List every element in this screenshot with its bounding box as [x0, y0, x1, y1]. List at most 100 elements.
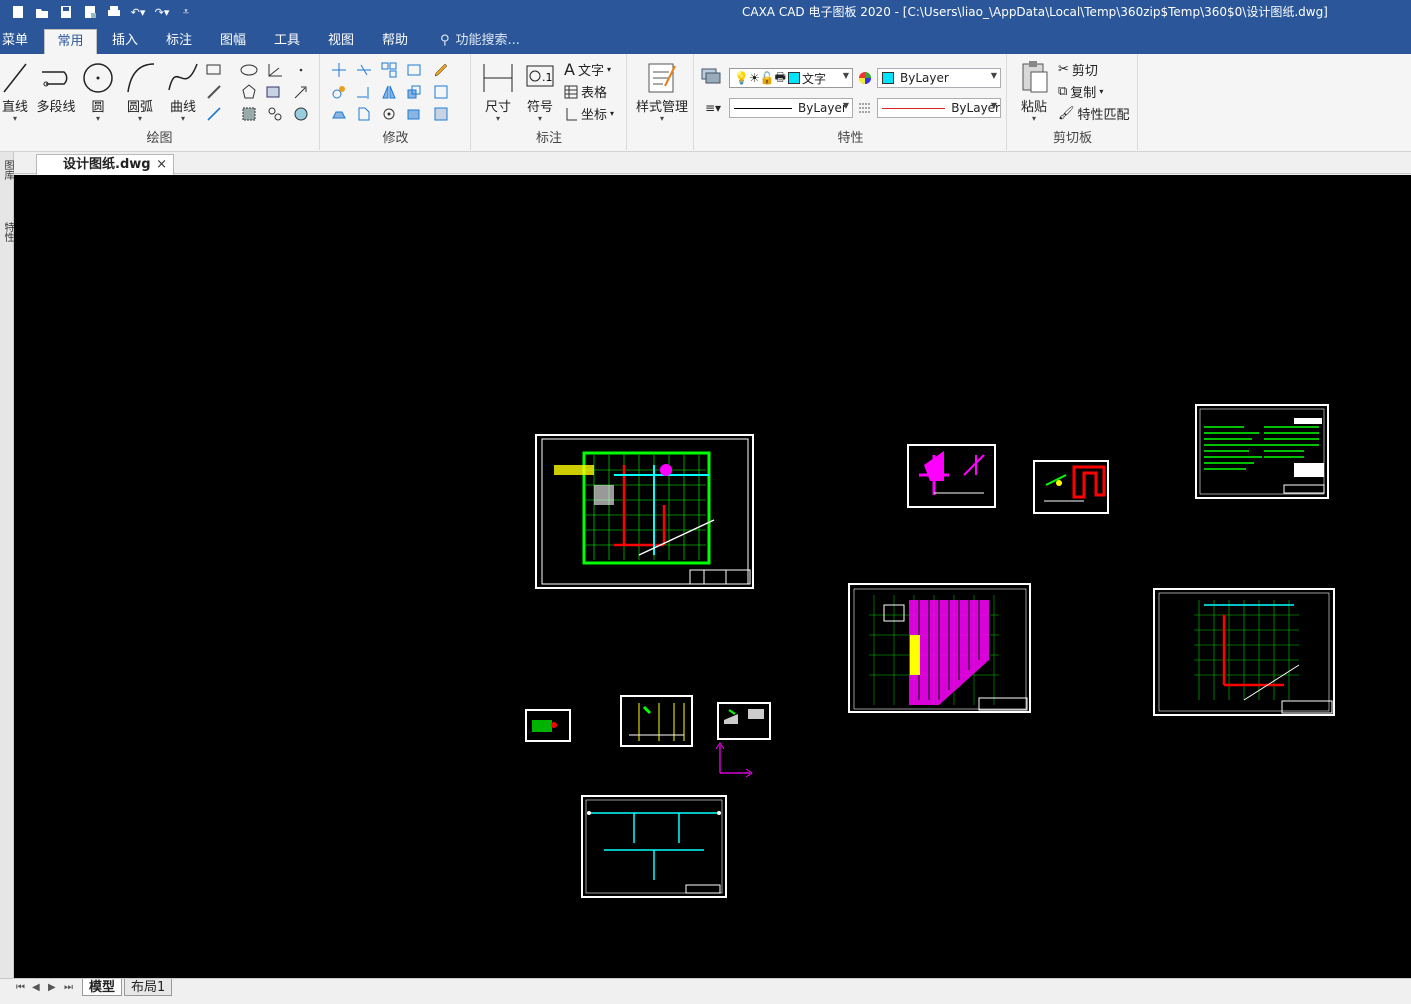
dimension-button[interactable]: 尺寸 ▾	[480, 58, 516, 123]
match-properties-button[interactable]: 🖌 特性匹配	[1058, 104, 1130, 123]
tab-menu[interactable]: 菜单	[0, 29, 30, 54]
color-wheel-icon[interactable]	[855, 68, 875, 88]
first-page-icon[interactable]: ⏮	[16, 982, 25, 993]
extend-icon[interactable]	[354, 82, 374, 102]
line-button[interactable]: 直线 ▾	[0, 58, 30, 123]
sheet-sprinkler-layout[interactable]	[848, 583, 1031, 713]
copy-object-icon[interactable]	[329, 82, 349, 102]
spline-icon[interactable]	[265, 104, 285, 124]
arc-button[interactable]: 圆弧 ▾	[124, 58, 156, 123]
last-page-icon[interactable]: ⏭	[64, 982, 73, 993]
table-button[interactable]: 表格	[564, 82, 607, 101]
save-icon[interactable]	[56, 3, 76, 21]
group-draw-label: 绘图	[146, 131, 173, 146]
scale-icon[interactable]	[404, 82, 424, 102]
paste-icon	[1022, 61, 1048, 93]
sheet-detail-views[interactable]	[717, 702, 771, 740]
sheet-pipe-detail[interactable]	[907, 444, 996, 508]
print-icon[interactable]	[104, 3, 124, 21]
arrow-icon[interactable]	[291, 82, 311, 102]
tab-common[interactable]: 常用	[44, 29, 97, 54]
layer-combo[interactable]: 💡 ☀ 🔓 🖶 文字 ▼	[729, 68, 853, 88]
tab-help[interactable]: 帮助	[375, 29, 415, 54]
polygon-icon[interactable]	[239, 82, 259, 102]
ucs-axis-icon	[715, 742, 753, 778]
block-icon[interactable]	[239, 104, 259, 124]
explode-icon[interactable]	[431, 82, 451, 102]
sheet-red-pipe[interactable]	[1033, 460, 1109, 514]
text-button[interactable]: A 文字 ▾	[564, 60, 611, 79]
new-file-icon[interactable]	[8, 3, 28, 21]
open-file-icon[interactable]	[32, 3, 52, 21]
chamfer-icon[interactable]	[404, 104, 424, 124]
copy-button[interactable]: ⧉ 复制 ▾	[1058, 82, 1103, 101]
circle-button[interactable]: 圆 ▾	[82, 58, 114, 123]
group-modify: 修改	[321, 54, 471, 150]
prev-page-icon[interactable]: ◀	[32, 982, 40, 993]
paste-button[interactable]: 粘贴 ▾	[1014, 58, 1054, 123]
construction-line-icon[interactable]	[204, 104, 224, 124]
center-line-icon[interactable]	[265, 82, 285, 102]
tab-insert[interactable]: 插入	[105, 29, 145, 54]
layer-manager-icon[interactable]	[697, 66, 725, 86]
style-manager-button[interactable]: 样式管理 ▾	[632, 58, 692, 123]
sheet-floor-plan-2[interactable]	[1153, 588, 1335, 716]
document-tab[interactable]: 设计图纸.dwg ×	[36, 154, 174, 175]
edit-icon[interactable]	[431, 60, 451, 80]
tab-annotate[interactable]: 标注	[159, 29, 199, 54]
linetype-icon[interactable]	[855, 98, 875, 118]
drawing-canvas[interactable]	[14, 175, 1411, 978]
mirror-icon[interactable]	[379, 82, 399, 102]
redo-icon[interactable]: ↷▾	[152, 3, 172, 21]
cut-button[interactable]: ✂ 剪切	[1058, 60, 1098, 79]
curve-icon	[168, 63, 198, 91]
lineweight-icon[interactable]: ≡▾	[699, 98, 727, 118]
array-icon[interactable]	[379, 60, 399, 80]
coord-button[interactable]: 坐标 ▾	[564, 104, 614, 123]
group-clipboard-label: 剪切板	[1052, 131, 1092, 146]
curve-button[interactable]: 曲线 ▾	[166, 58, 200, 123]
sheet-system-diagram[interactable]	[581, 795, 727, 898]
tab-model[interactable]: 模型	[82, 979, 123, 996]
stretch-icon[interactable]	[329, 104, 349, 124]
tab-sheet[interactable]: 图幅	[213, 29, 253, 54]
lineweight-combo[interactable]: ByLayer ▼	[877, 98, 1001, 118]
feature-search[interactable]: ⚲ 功能搜索...	[440, 29, 520, 52]
next-page-icon[interactable]: ▶	[48, 982, 56, 993]
color-combo[interactable]: ByLayer ▼	[877, 68, 1001, 88]
linetype-combo[interactable]: ByLayer ▼	[729, 98, 853, 118]
tab-tools[interactable]: 工具	[267, 29, 307, 54]
lineweight-sample	[882, 107, 946, 109]
close-icon[interactable]: ×	[156, 155, 167, 174]
hatch-line-icon[interactable]	[204, 82, 224, 102]
polyline-button[interactable]: 多段线	[34, 58, 78, 115]
move-icon[interactable]	[329, 60, 349, 80]
point-icon[interactable]	[291, 60, 311, 80]
tab-layout1[interactable]: 布局1	[124, 979, 173, 996]
document-tabs: 设计图纸.dwg ×	[14, 152, 1411, 175]
symbol-button[interactable]: .1 符号 ▾	[522, 58, 558, 123]
title-bar: ↶▾ ↷▾ ⩡ CAXA CAD 电子图板 2020 - [C:\Users\l…	[0, 0, 1411, 26]
drawing-area	[525, 404, 1335, 898]
customize-qat-icon[interactable]: ⩡	[176, 3, 196, 21]
ellipse-icon[interactable]	[239, 60, 259, 80]
sheet-floor-plan[interactable]	[535, 434, 754, 589]
color-swatch	[882, 72, 894, 84]
sheet-riser-diagram[interactable]	[620, 695, 693, 747]
sheet-design-notes[interactable]	[1195, 404, 1329, 499]
fillet-icon[interactable]	[404, 60, 424, 80]
angle-line-icon[interactable]	[265, 60, 285, 80]
rotate-icon[interactable]	[379, 104, 399, 124]
save-as-icon[interactable]	[80, 3, 100, 21]
undo-icon[interactable]: ↶▾	[128, 3, 148, 21]
table-icon	[564, 85, 578, 98]
boundary-icon[interactable]	[291, 104, 311, 124]
library-panel-tab[interactable]: 图库	[1, 160, 13, 180]
rectangle-icon[interactable]	[204, 60, 224, 80]
offset-icon[interactable]	[354, 104, 374, 124]
properties-panel-tab[interactable]: 特性	[1, 222, 13, 242]
properties-edit-icon[interactable]	[431, 104, 451, 124]
tab-view[interactable]: 视图	[321, 29, 361, 54]
sheet-small-1[interactable]	[525, 709, 571, 742]
trim-icon[interactable]	[354, 60, 374, 80]
